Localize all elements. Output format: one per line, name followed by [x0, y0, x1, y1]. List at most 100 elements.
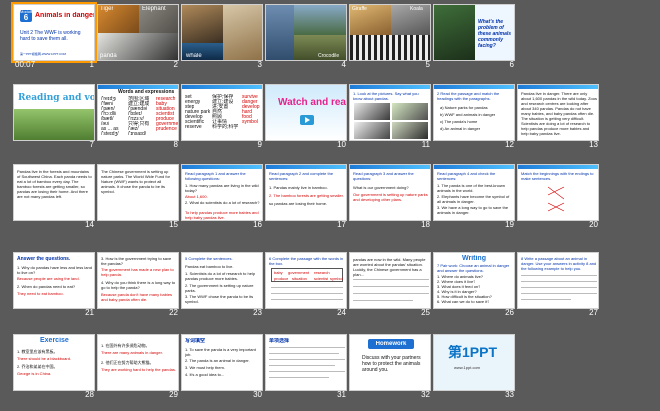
word-item: prudence [156, 126, 177, 132]
answer-text: The government has made a new plan to he… [101, 267, 174, 277]
question-text: 1. 教室里应该有黑板。 [17, 349, 58, 354]
slide-number: 6 [509, 60, 514, 69]
photo-label-giraffe: Giraffe [352, 6, 367, 12]
slide-thumbnail-20[interactable]: Match the beginnings with the endings to… [517, 164, 599, 229]
slide-number: 10 [337, 140, 346, 149]
question-text: 4. Why do you think there is a long way … [101, 280, 176, 290]
slide-thumbnail-24[interactable]: 6 Complete the passage with the words in… [265, 252, 347, 317]
monkey-photo [182, 5, 223, 43]
slide-thumbnail-7[interactable]: Reading and vocabulary 7 [13, 84, 95, 149]
slide-thumbnail-32[interactable]: Homework Discuss with your partners how … [349, 334, 431, 399]
sentence-text: 4. It's a good idea to... [185, 372, 225, 377]
answer-text: Our government is setting up nature park… [353, 192, 428, 202]
slide-thumbnail-11[interactable]: 1. Look at the pictures. Say what you kn… [349, 84, 431, 149]
slide-thumbnail-28[interactable]: Exercise 1. 教室里应该有黑板。 There should be a … [13, 334, 95, 399]
slide-thumbnail-33[interactable]: 第1PPT www.1ppt.com 33 [433, 334, 515, 399]
lemur-photo [223, 5, 262, 60]
slide-thumbnail-19[interactable]: Read paragraph 4 and check the sentences… [433, 164, 515, 229]
sentence-text: 1. To save the panda is a very important… [185, 347, 256, 357]
photo-label-crocodile: Crocodile [318, 53, 340, 59]
sentence-text: 2. The panda is an animal in danger. [185, 358, 250, 363]
answer-text: Because panda don't have many babies and… [101, 292, 173, 302]
slide-number: 7 [89, 140, 94, 149]
slide-thumbnail-21[interactable]: Answer the questions. 1. Why do pandas h… [13, 252, 95, 317]
panda-photo [392, 103, 428, 120]
homework-text: Discuss with your partners how to protec… [362, 355, 421, 373]
slide-thumbnail-23[interactable]: 5 Complete the sentences. Pandas eat bam… [181, 252, 263, 317]
slide-heading: Answer the questions. [17, 256, 71, 262]
slide-thumbnail-25[interactable]: pandas are now in the wild. Many people … [349, 252, 431, 317]
slide-thumbnail-31[interactable]: 单项选择 31 [265, 334, 347, 399]
slide-number: 24 [337, 308, 346, 317]
sentence-text: 1. Scientists do a lot of research to he… [185, 271, 256, 281]
slide-thumbnail-3[interactable]: whale 3 [181, 4, 263, 69]
slide-title: Watch and read [278, 97, 347, 108]
slide-title: Homework [375, 341, 407, 347]
photo-label-tiger: Tiger [100, 6, 114, 12]
slide-thumbnail-4[interactable]: Crocodile 4 [265, 4, 347, 69]
slide-thumbnail-17[interactable]: Read paragraph 2 and complete the senten… [265, 164, 347, 229]
footer-text: 第一PPT模板网-WWW.1PPT.COM [20, 52, 66, 56]
slide-number: 3 [257, 60, 262, 69]
slide-title: Animals in danger [35, 12, 95, 19]
slide-number: 30 [253, 390, 262, 399]
slide-thumbnail-10[interactable]: Watch and read 10 [265, 84, 347, 149]
photo-label-elephant: Elephant [142, 6, 166, 12]
slide-thumbnail-9[interactable]: set energy step nature park develop scie… [181, 84, 263, 149]
heading-option: c) The panda's home [440, 119, 478, 124]
slide-thumbnail-2[interactable]: Tiger Elephant panda 2 [97, 4, 179, 69]
slide-heading: 5 Complete the sentences. [185, 256, 233, 261]
sentence-text: 3. We have a long way to go to save the … [437, 205, 509, 215]
slide-thumbnail-8[interactable]: Words and expressions /'reɪdʒ/ /'fæn/ /'… [97, 84, 179, 149]
slide-heading: Read paragraph 1 and answer the followin… [185, 171, 246, 181]
slide-number: 13 [589, 140, 598, 149]
paragraph-text: Pandas live in danger. There are only ab… [521, 91, 597, 136]
answer-text: To help pandas produce more babies and h… [185, 210, 259, 220]
word-item: /'ɪnsaɪd/ [128, 131, 147, 137]
homework-banner: Homework [368, 339, 414, 349]
answer-text: There are many animals in danger. [101, 350, 163, 355]
slide-number: 4 [341, 60, 346, 69]
panda-photo [392, 122, 428, 139]
slide-thumbnail-26[interactable]: Writing 7 Pair work: Choose an animal in… [433, 252, 515, 317]
slide-thumbnail-27[interactable]: 8 Write a passage about an animal in dan… [517, 252, 599, 317]
slide-thumbnail-30[interactable]: 写词填空 1. To save the panda is a very impo… [181, 334, 263, 399]
slide-thumbnail-6[interactable]: What's the problem of these animals comm… [433, 4, 515, 69]
matching-lines [548, 186, 564, 212]
slide-thumbnail-15[interactable]: The Chinese government is setting up nat… [97, 164, 179, 229]
slide-sorter-view: Module 6 Animals in danger Unit 2 The WW… [0, 0, 660, 411]
box-word: produce [274, 276, 289, 281]
slide-thumbnail-5[interactable]: Giraffe Koala 5 [349, 4, 431, 69]
sentence-text: 3. The WWF chose the panda to be its sym… [185, 294, 254, 304]
slide-thumbnail-13[interactable]: Pandas live in danger. There are only ab… [517, 84, 599, 149]
slide-thumbnail-29[interactable]: 1. 在国外有许多濒危动物。 There are many animals in… [97, 334, 179, 399]
brand-logo: 第1PPT [448, 345, 498, 360]
site-text: www.1ppt.com [454, 365, 481, 370]
slide-thumbnail-18[interactable]: Read paragraph 3 and answer the question… [349, 164, 431, 229]
slide-title: Exercise [40, 337, 69, 344]
paragraph-text: Pandas live in the forests and mountains… [17, 169, 92, 199]
sentence-text: 3. We must help them. [185, 365, 225, 370]
slide-number: 14 [85, 220, 94, 229]
slide-thumbnail-12[interactable]: 2 Read the passage and match the heading… [433, 84, 515, 149]
answer-text: They are working hard to help the pandas… [101, 367, 176, 372]
sentence-text: Pandas eat bamboo to live. [185, 264, 234, 269]
slide-number: 32 [421, 390, 430, 399]
slide-heading: 1. Look at the pictures. Say what you kn… [353, 91, 419, 101]
slide-title: Words and expressions [118, 89, 175, 95]
slide-heading: 6 Complete the passage with the words in… [269, 256, 344, 266]
sentence-text: so pandas are losing their home. [269, 201, 328, 206]
slide-thumbnail-22[interactable]: 3. How is the government trying to save … [97, 252, 179, 317]
word-box: baby government research produce situati… [271, 268, 343, 282]
video-play-icon[interactable] [300, 115, 314, 125]
slide-title: Reading and vocabulary [18, 93, 95, 103]
slide-number: 28 [85, 390, 94, 399]
slide-thumbnail-1[interactable]: Module 6 Animals in danger Unit 2 The WW… [11, 2, 97, 69]
slide-number: 21 [85, 308, 94, 317]
question-text: 2. 他们正在努力帮助大熊猫。 [101, 360, 154, 365]
slide-number: 18 [421, 220, 430, 229]
sentence-text: 2. The bamboo forests are getting smalle… [269, 193, 344, 198]
slide-thumbnail-16[interactable]: Read paragraph 1 and answer the followin… [181, 164, 263, 229]
pandas-photo [14, 109, 94, 140]
slide-thumbnail-14[interactable]: Pandas live in the forests and mountains… [13, 164, 95, 229]
